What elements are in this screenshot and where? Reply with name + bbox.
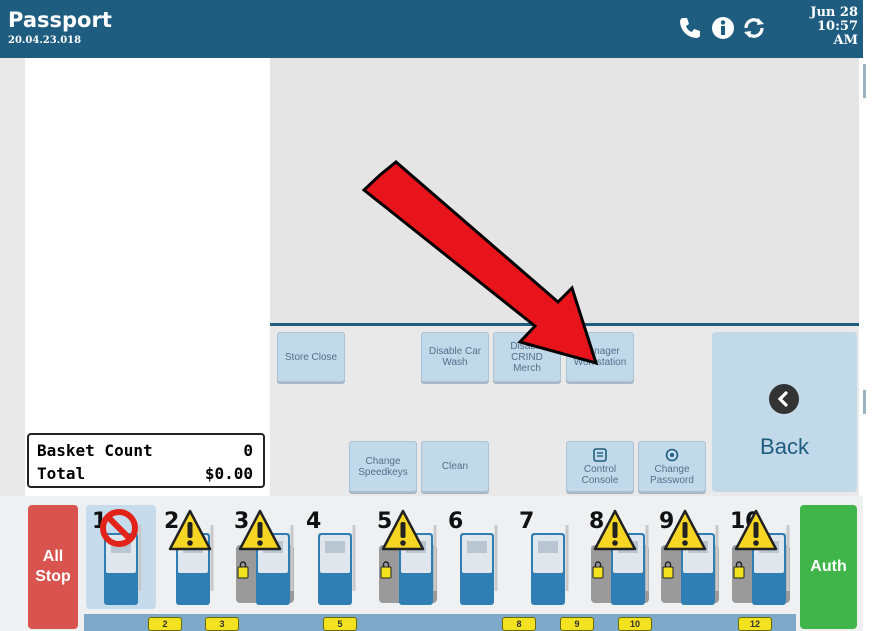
warning-icon (381, 509, 425, 551)
auth-button[interactable]: Auth (800, 505, 857, 629)
pump-4[interactable]: 4 (302, 505, 372, 611)
refresh-icon[interactable] (741, 15, 767, 41)
app-version: 20.04.23.018 (8, 35, 82, 46)
fuel-pump-icon (318, 525, 356, 605)
warning-icon (734, 509, 778, 551)
store-close-button[interactable]: Store Close (277, 332, 345, 382)
change-password-button[interactable]: Change Password (638, 441, 706, 492)
totals-box: Basket Count 0 Total $0.00 (27, 433, 265, 488)
fuel-pump-icon (460, 525, 498, 605)
disable-car-wash-label-2: Wash (442, 357, 468, 368)
change-password-label-2: Password (650, 474, 694, 486)
all-stop-label-1: All (42, 548, 64, 565)
scroll-marker-mid (863, 390, 866, 414)
disable-crind-merch-label-2: Merch (513, 362, 541, 374)
control-console-button[interactable]: Control Console (566, 441, 634, 492)
clean-button[interactable]: Clean (421, 441, 489, 492)
pump-tag: 9 (560, 617, 594, 631)
pump-tag: 8 (502, 617, 536, 631)
manager-workstation-label-1: Manager (580, 346, 620, 357)
app-title: Passport (8, 8, 112, 32)
password-icon (665, 448, 679, 461)
pump-8[interactable]: 8 (585, 505, 655, 611)
disable-crind-merch-label-1: Disable CRIND (510, 340, 544, 363)
pump-2[interactable]: 2 (160, 505, 230, 611)
clock-display: Jun 28 10:57 AM (796, 6, 858, 48)
change-speedkeys-button[interactable]: Change Speedkeys (349, 441, 417, 492)
warning-icon (663, 509, 707, 551)
left-gutter (0, 58, 25, 498)
control-console-label-1: Control (583, 463, 617, 475)
pump-6[interactable]: 6 (444, 505, 514, 611)
pump-tag: 12 (738, 617, 772, 631)
auth-label: Auth (810, 558, 847, 575)
warning-icon (168, 509, 212, 551)
all-stop-button[interactable]: All Stop (28, 505, 78, 629)
basket-count-value: 0 (243, 441, 253, 460)
ampm-text: AM (833, 33, 858, 48)
warning-icon (593, 509, 637, 551)
scroll-marker-top (863, 64, 866, 98)
total-value: $0.00 (204, 464, 253, 483)
pump-5[interactable]: 5 (373, 505, 443, 611)
pump-7[interactable]: 7 (515, 505, 585, 611)
basket-count-label: Basket Count (37, 441, 153, 460)
pump-10[interactable]: 10 (726, 505, 796, 611)
change-password-label-1: Change (654, 463, 690, 475)
time-text: 10:57 (817, 19, 858, 34)
pump-1[interactable]: 1 (88, 505, 158, 611)
manager-workstation-button[interactable]: Manager Workstation (566, 332, 634, 382)
manager-workstation-label-2: Workstation (573, 357, 627, 368)
stop-icon (100, 509, 138, 547)
disable-crind-merch-button[interactable]: Disable CRIND Merch (493, 332, 561, 382)
pump-tag: 10 (618, 617, 652, 631)
disable-car-wash-button[interactable]: Disable Car Wash (421, 332, 489, 382)
total-label: Total (37, 464, 86, 483)
chevron-left-icon (769, 384, 799, 414)
pump-tag: 5 (323, 617, 357, 631)
disable-car-wash-label-1: Disable Car (428, 346, 482, 357)
date-text: Jun 28 (810, 5, 858, 20)
info-icon[interactable] (710, 15, 736, 41)
pump-tag: 2 (148, 617, 182, 631)
store-close-label: Store Close (284, 351, 338, 363)
control-console-label-2: Console (581, 474, 619, 486)
warning-icon (238, 509, 282, 551)
content-area (270, 58, 859, 324)
clean-label: Clean (441, 461, 469, 472)
phone-icon[interactable] (677, 15, 703, 41)
pump-tag: 3 (205, 617, 239, 631)
change-speedkeys-label-1: Change (365, 455, 401, 467)
all-stop-label-2: Stop (35, 568, 71, 585)
pump-9[interactable]: 9 (655, 505, 725, 611)
pump-tag-strip (84, 614, 796, 631)
pump-3[interactable]: 3 (230, 505, 300, 611)
fuel-pump-icon (531, 525, 569, 605)
console-icon (593, 447, 607, 462)
change-speedkeys-label-2: Speedkeys (358, 466, 408, 478)
receipt-panel (25, 66, 268, 491)
back-label: Back (760, 434, 809, 459)
